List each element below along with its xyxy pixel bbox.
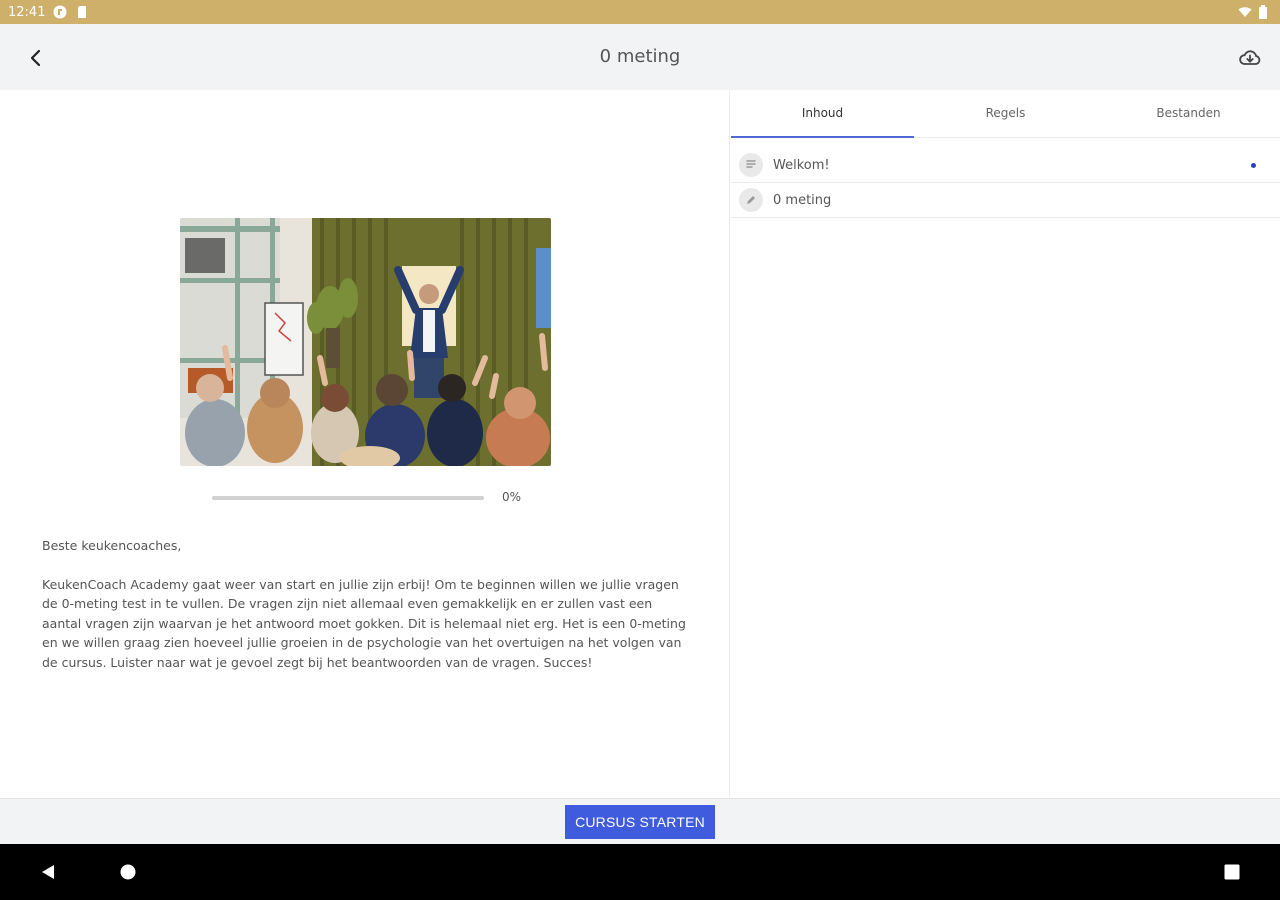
greeting-text: Beste keukencoaches, <box>42 538 182 553</box>
notification-app-icon <box>53 5 67 19</box>
content-item-welkom[interactable]: Welkom! <box>731 148 1280 183</box>
course-sidebar: Inhoud Regels Bestanden Welkom! 0 meting <box>731 90 1280 798</box>
content-list: Welkom! 0 meting <box>731 148 1280 218</box>
start-course-button[interactable]: CURSUS STARTEN <box>565 805 715 839</box>
nav-home-button[interactable] <box>116 860 140 884</box>
sd-card-icon <box>75 5 89 19</box>
nav-recents-button[interactable] <box>1220 860 1244 884</box>
download-button[interactable] <box>1236 44 1264 72</box>
tab-bar: Inhoud Regels Bestanden <box>731 90 1280 138</box>
tab-bestanden[interactable]: Bestanden <box>1097 90 1280 137</box>
status-left: 12:41 <box>8 5 89 20</box>
action-bar: CURSUS STARTEN <box>0 798 1280 844</box>
tab-regels[interactable]: Regels <box>914 90 1097 137</box>
pencil-icon <box>739 188 763 212</box>
content-item-label: 0 meting <box>773 192 832 208</box>
content-item-label: Welkom! <box>773 157 830 173</box>
content-item-0-meting[interactable]: 0 meting <box>731 183 1280 218</box>
status-right <box>1238 5 1272 19</box>
lesson-description: Beste keukencoaches, KeukenCoach Academy… <box>42 536 692 691</box>
unread-indicator <box>1251 163 1256 168</box>
active-tab-indicator <box>731 136 914 138</box>
nav-back-button[interactable] <box>36 860 60 884</box>
tab-inhoud[interactable]: Inhoud <box>731 90 914 137</box>
lesson-photo <box>180 218 551 466</box>
status-bar: 12:41 <box>0 0 1280 24</box>
wifi-icon <box>1238 5 1252 19</box>
app-bar: 0 meting <box>0 24 1280 90</box>
lesson-progress: 0% <box>212 490 522 506</box>
triangle-back-icon <box>42 865 54 879</box>
progress-track <box>212 496 484 500</box>
cloud-download-icon <box>1239 50 1261 65</box>
progress-percentage: 0% <box>502 490 522 504</box>
status-time: 12:41 <box>8 4 46 20</box>
circle-home-icon <box>120 864 136 880</box>
system-nav-bar <box>0 844 1280 900</box>
lesson-image <box>180 218 551 466</box>
page-title: 0 meting <box>599 46 681 67</box>
document-icon <box>739 153 763 177</box>
lesson-panel: 0% Beste keukencoaches, KeukenCoach Acad… <box>0 90 730 798</box>
body-text: KeukenCoach Academy gaat weer van start … <box>42 576 686 670</box>
square-recents-icon <box>1224 864 1240 880</box>
battery-icon <box>1258 5 1272 19</box>
